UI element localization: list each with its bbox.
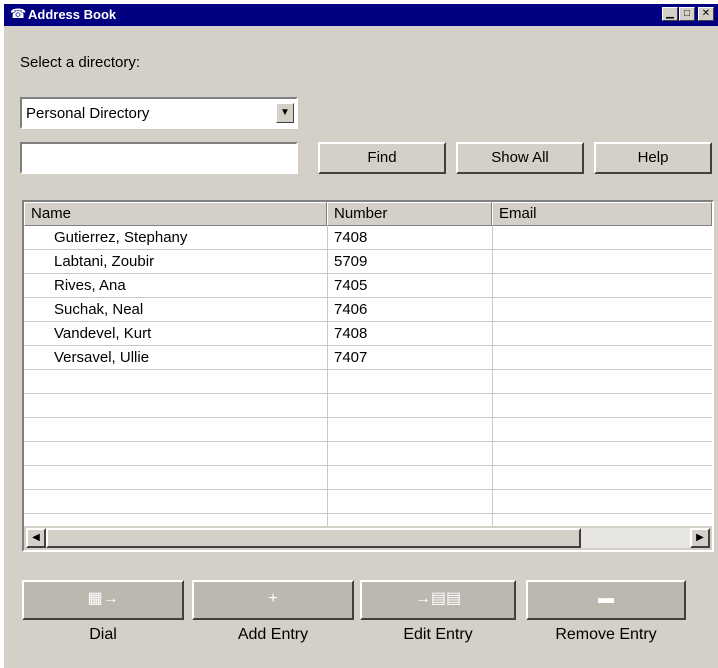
cell-name: Rives, Ana (54, 277, 126, 294)
window-title: Address Book (28, 7, 117, 22)
remove-entry-label: Remove Entry (555, 626, 657, 643)
table-row[interactable]: Labtani, Zoubir 5709 (24, 250, 712, 274)
minimize-icon: ▁ (666, 8, 674, 19)
close-button[interactable]: ✕ (698, 7, 714, 21)
empty-table-row (24, 394, 712, 418)
add-entry-button[interactable]: + (192, 580, 354, 620)
empty-table-row (24, 442, 712, 466)
dial-icon: ▦→ (87, 590, 119, 607)
edit-entry-icon: →▤▤ (414, 590, 462, 607)
search-input[interactable] (20, 142, 298, 174)
empty-table-row (24, 418, 712, 442)
maximize-icon: □ (683, 8, 691, 19)
title-bar[interactable]: ☎ Address Book ▁ □ ✕ (4, 4, 718, 26)
telephone-icon: ☎ (10, 6, 27, 21)
scrollbar-thumb[interactable] (46, 528, 581, 548)
cell-name: Versavel, Ullie (54, 349, 150, 366)
help-button-label: Help (637, 149, 669, 166)
edit-entry-button[interactable]: →▤▤ (360, 580, 516, 620)
empty-table-row (24, 466, 712, 490)
column-header-email[interactable]: Email (492, 202, 712, 226)
show-all-button[interactable]: Show All (456, 142, 584, 174)
add-entry-label: Add Entry (237, 626, 309, 643)
find-button[interactable]: Find (318, 142, 446, 174)
table-body: Gutierrez, Stephany 7408 Labtani, Zoubir… (24, 226, 712, 514)
help-button[interactable]: Help (594, 142, 712, 174)
find-button-label: Find (367, 149, 397, 166)
cell-name: Labtani, Zoubir (54, 253, 155, 270)
show-all-button-label: Show All (491, 149, 549, 166)
edit-entry-label: Edit Entry (403, 626, 473, 643)
empty-table-row (24, 370, 712, 394)
contacts-table: Name Number Email Gutierrez, Stephany 74… (22, 200, 714, 552)
cell-name: Gutierrez, Stephany (54, 229, 188, 246)
table-row[interactable]: Vandevel, Kurt 7408 (24, 322, 712, 346)
cell-number: 7408 (334, 325, 368, 342)
add-entry-icon: + (268, 590, 278, 607)
scroll-right-button[interactable]: ▶ (690, 528, 710, 548)
table-row[interactable]: Versavel, Ullie 7407 (24, 346, 712, 370)
remove-entry-button[interactable]: ▬ (526, 580, 686, 620)
address-book-window: ☎ Address Book ▁ □ ✕ Select a directory:… (4, 4, 718, 668)
directory-label: Select a directory: (20, 54, 141, 71)
cell-number: 7406 (334, 301, 368, 318)
cell-number: 5709 (334, 253, 368, 270)
remove-entry-icon: ▬ (598, 590, 614, 607)
table-header: Name Number Email (24, 202, 712, 226)
column-header-number[interactable]: Number (327, 202, 492, 226)
table-row[interactable]: Rives, Ana 7405 (24, 274, 712, 298)
dropdown-arrow-button[interactable]: ▼ (276, 103, 294, 123)
empty-table-row (24, 490, 712, 514)
maximize-button[interactable]: □ (679, 7, 695, 21)
cell-name: Vandevel, Kurt (54, 325, 152, 342)
cell-name: Suchak, Neal (54, 301, 144, 318)
horizontal-scrollbar[interactable]: ◀ ▶ (24, 526, 712, 550)
dial-button[interactable]: ▦→ (22, 580, 184, 620)
chevron-right-icon: ▶ (696, 532, 704, 543)
dial-label: Dial (89, 626, 117, 643)
directory-dropdown[interactable]: Personal Directory ▼ (20, 97, 298, 129)
directory-selected-value: Personal Directory (26, 105, 150, 122)
cell-number: 7405 (334, 277, 368, 294)
cell-number: 7408 (334, 229, 368, 246)
close-icon: ✕ (701, 8, 711, 19)
table-row[interactable]: Gutierrez, Stephany 7408 (24, 226, 712, 250)
table-row[interactable]: Suchak, Neal 7406 (24, 298, 712, 322)
scroll-left-button[interactable]: ◀ (26, 528, 46, 548)
minimize-button[interactable]: ▁ (662, 7, 678, 21)
column-header-name[interactable]: Name (24, 202, 327, 226)
cell-number: 7407 (334, 349, 368, 366)
chevron-left-icon: ◀ (32, 532, 40, 543)
chevron-down-icon: ▼ (280, 107, 290, 118)
